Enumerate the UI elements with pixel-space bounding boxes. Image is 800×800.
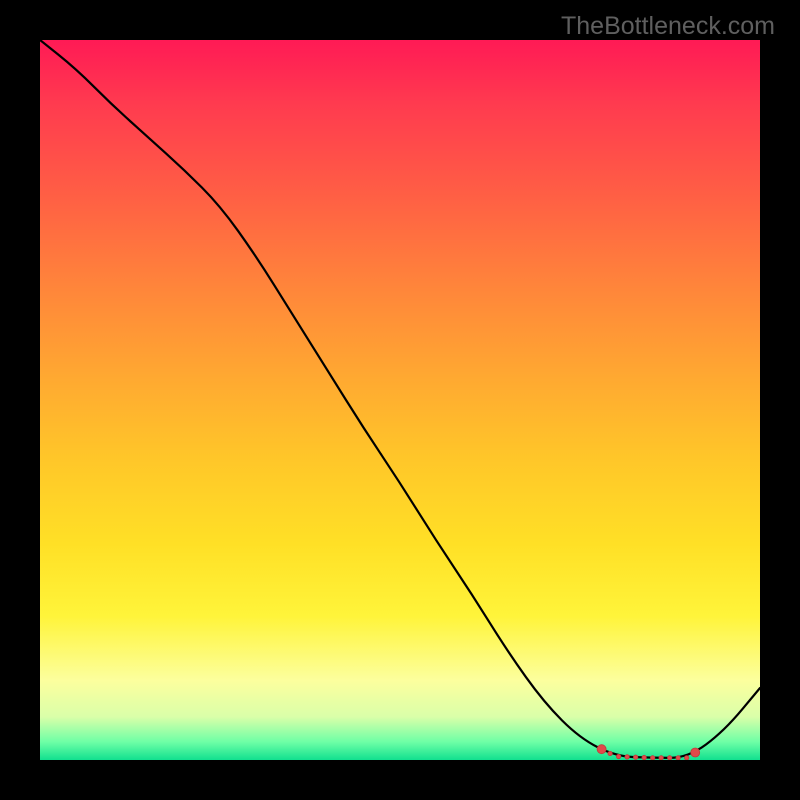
marker-point: [691, 748, 700, 757]
marker-point: [659, 756, 663, 760]
marker-point: [633, 755, 637, 759]
marker-point: [597, 745, 606, 754]
marker-point: [684, 756, 688, 760]
chart-line: [40, 40, 760, 758]
marker-point: [667, 756, 671, 760]
chart-svg: [40, 40, 760, 760]
chart-plot-area: [40, 40, 760, 760]
marker-point: [625, 755, 629, 759]
marker-point: [642, 755, 646, 759]
marker-point: [650, 756, 654, 760]
marker-point: [616, 754, 620, 758]
marker-point: [676, 756, 680, 760]
watermark-text: TheBottleneck.com: [561, 12, 775, 41]
marker-point: [608, 751, 612, 755]
